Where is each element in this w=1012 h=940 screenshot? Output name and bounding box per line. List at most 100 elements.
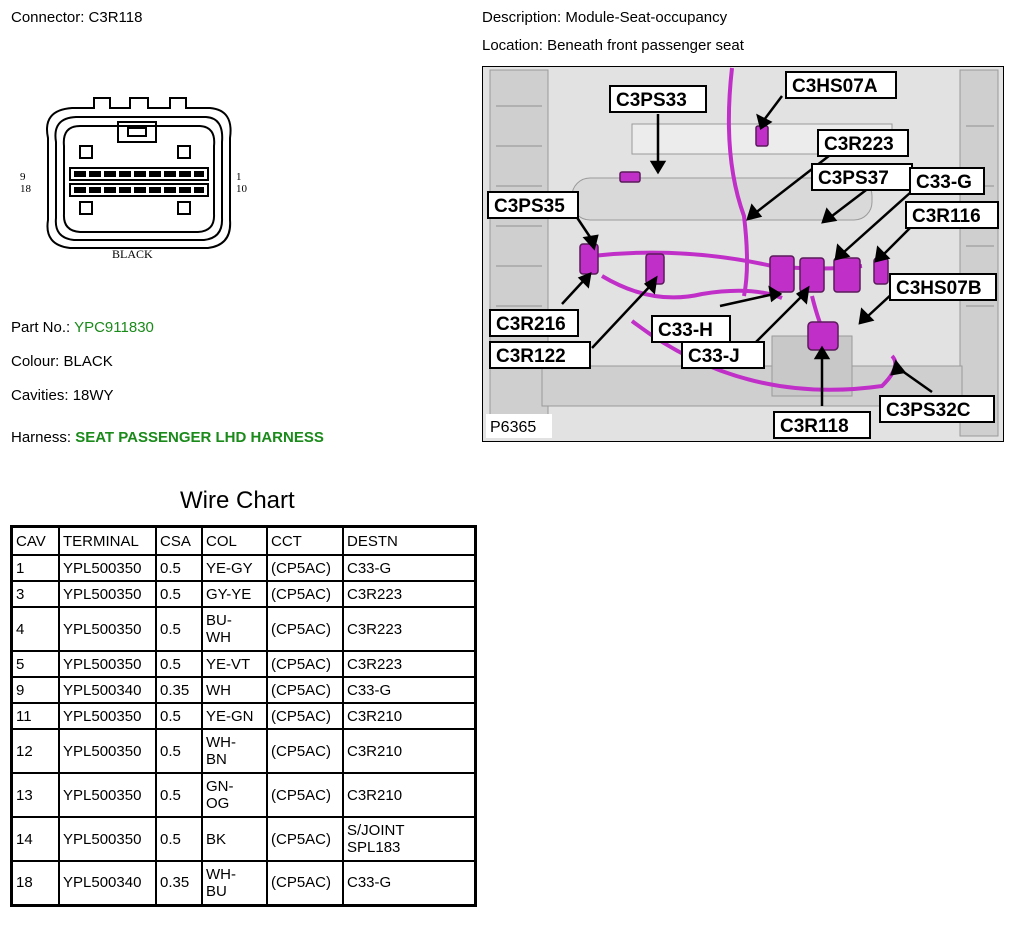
cell-csa: 0.5 — [155, 554, 203, 582]
part-no-row: Part No.: YPC911830 — [11, 319, 154, 336]
column-header-cav: CAV — [10, 525, 60, 556]
cell-col: WH — [201, 676, 268, 704]
colour-row: Colour: BLACK — [11, 353, 113, 370]
cell-destn: C3R223 — [342, 606, 477, 652]
cavities-value: 18WY — [72, 387, 114, 404]
pin-label-18: 18 — [20, 183, 32, 195]
pin-label-1: 1 — [236, 171, 242, 183]
cell-col: BK — [201, 816, 268, 862]
callout-label: C3PS37 — [818, 168, 889, 189]
callout-label: C3R122 — [496, 346, 566, 367]
figure-id: P6365 — [490, 419, 536, 436]
table-row: 3 YPL500350 0.5 GY-YE (CP5AC) C3R223 — [10, 580, 477, 608]
cell-terminal: YPL500350 — [58, 650, 157, 678]
callout-label: C3R216 — [496, 314, 566, 335]
table-row: 13 YPL500350 0.5 GN- OG (CP5AC) C3R210 — [10, 772, 477, 818]
colour-label: Colour: — [11, 353, 60, 370]
connector-heading: Connector: C3R118 — [11, 9, 142, 26]
callout-label: C33-H — [658, 320, 713, 341]
cell-csa: 0.5 — [155, 650, 203, 678]
cell-destn: C3R223 — [342, 650, 477, 678]
cell-cct: (CP5AC) — [266, 772, 344, 818]
cell-cct: (CP5AC) — [266, 606, 344, 652]
part-no-link[interactable]: YPC911830 — [74, 319, 154, 336]
harness-label: Harness: — [11, 429, 72, 446]
description-heading: Description: Module-Seat-occupancy — [482, 9, 727, 26]
connector-face-diagram: 9 18 1 10 BLACK — [20, 97, 248, 261]
cell-terminal: YPL500350 — [58, 816, 157, 862]
wire-chart-table: CAV TERMINAL CSA COL CCT DESTN 1 YPL50035… — [10, 525, 477, 907]
cell-csa: 0.5 — [155, 816, 203, 862]
cell-cct: (CP5AC) — [266, 650, 344, 678]
cell-cav: 12 — [10, 728, 60, 774]
cell-terminal: YPL500340 — [58, 860, 157, 906]
cell-terminal: YPL500350 — [58, 606, 157, 652]
cell-csa: 0.5 — [155, 728, 203, 774]
cell-cav: 14 — [10, 816, 60, 862]
cell-terminal: YPL500350 — [58, 580, 157, 608]
cell-col: BU- WH — [201, 606, 268, 652]
location-value: Beneath front passenger seat — [547, 37, 744, 54]
table-header-row: CAV TERMINAL CSA COL CCT DESTN — [10, 525, 477, 556]
location-photo: C3PS33 C3HS07A C3R223 C3PS37 C33-G C3PS3… — [482, 66, 1004, 442]
cell-col: YE-GY — [201, 554, 268, 582]
column-header-csa: CSA — [155, 525, 203, 556]
cell-terminal: YPL500340 — [58, 676, 157, 704]
cavities-label: Cavities: — [11, 387, 69, 404]
column-header-col: COL — [201, 525, 268, 556]
table-row: 5 YPL500350 0.5 YE-VT (CP5AC) C3R223 — [10, 650, 477, 678]
cell-destn: C3R223 — [342, 580, 477, 608]
callout-label: C3PS35 — [494, 196, 565, 217]
column-header-destn: DESTN — [342, 525, 477, 556]
callout-label: C33-G — [916, 172, 972, 193]
cell-terminal: YPL500350 — [58, 702, 157, 730]
cell-cct: (CP5AC) — [266, 676, 344, 704]
column-header-cct: CCT — [266, 525, 344, 556]
table-row: 11 YPL500350 0.5 YE-GN (CP5AC) C3R210 — [10, 702, 477, 730]
column-header-terminal: TERMINAL — [58, 525, 157, 556]
cell-destn: C3R210 — [342, 702, 477, 730]
wire-chart-title: Wire Chart — [180, 487, 295, 514]
cell-destn: C3R210 — [342, 728, 477, 774]
callout-label: C3R116 — [912, 206, 981, 227]
cell-destn: C33-G — [342, 554, 477, 582]
cell-cct: (CP5AC) — [266, 816, 344, 862]
location-heading: Location: Beneath front passenger seat — [482, 37, 744, 54]
cell-col: GY-YE — [201, 580, 268, 608]
part-no-label: Part No.: — [11, 319, 71, 336]
cell-cav: 4 — [10, 606, 60, 652]
table-row: 12 YPL500350 0.5 WH- BN (CP5AC) C3R210 — [10, 728, 477, 774]
harness-row: Harness: SEAT PASSENGER LHD HARNESS — [11, 429, 324, 446]
cell-col: YE-VT — [201, 650, 268, 678]
pin-label-10: 10 — [236, 183, 248, 195]
cell-col: WH- BU — [201, 860, 268, 906]
cell-destn: S/JOINT SPL183 — [342, 816, 477, 862]
connector-id: C3R118 — [88, 9, 143, 26]
cell-csa: 0.35 — [155, 676, 203, 704]
description-label: Description: — [482, 9, 562, 26]
wire-chart-body: 1 YPL500350 0.5 YE-GY (CP5AC) C33-G 3 YPL500350… — [10, 554, 477, 906]
callout-label: C33-J — [688, 346, 740, 367]
callout-label: C3HS07B — [896, 278, 982, 299]
callout-label: C3HS07A — [792, 76, 878, 97]
cell-cct: (CP5AC) — [266, 554, 344, 582]
callout-label: C3PS32C — [886, 400, 971, 421]
callout-label: C3R118 — [780, 416, 849, 437]
cell-cct: (CP5AC) — [266, 728, 344, 774]
cell-cav: 1 — [10, 554, 60, 582]
cell-cav: 5 — [10, 650, 60, 678]
cell-cav: 18 — [10, 860, 60, 906]
cell-cav: 13 — [10, 772, 60, 818]
cell-cav: 9 — [10, 676, 60, 704]
table-row: 1 YPL500350 0.5 YE-GY (CP5AC) C33-G — [10, 554, 477, 582]
table-row: 14 YPL500350 0.5 BK (CP5AC) S/JOINT SPL183 — [10, 816, 477, 862]
cell-csa: 0.5 — [155, 772, 203, 818]
location-label: Location: — [482, 37, 543, 54]
cell-terminal: YPL500350 — [58, 554, 157, 582]
cell-csa: 0.35 — [155, 860, 203, 906]
cell-csa: 0.5 — [155, 580, 203, 608]
cell-col: GN- OG — [201, 772, 268, 818]
harness-link[interactable]: SEAT PASSENGER LHD HARNESS — [75, 429, 324, 446]
cell-cav: 3 — [10, 580, 60, 608]
cell-terminal: YPL500350 — [58, 772, 157, 818]
